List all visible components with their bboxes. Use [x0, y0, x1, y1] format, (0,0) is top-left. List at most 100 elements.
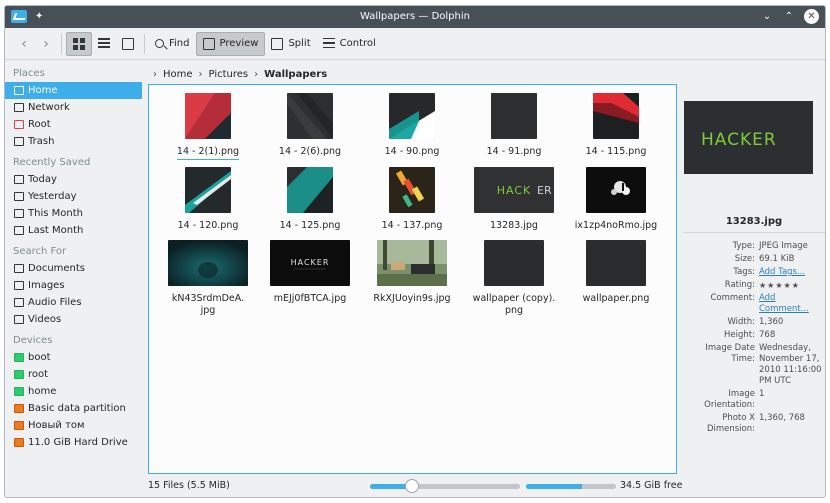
back-button[interactable]: ‹	[13, 32, 35, 56]
breadcrumb-pictures[interactable]: Pictures	[209, 69, 249, 80]
devices-section-title: Devices	[13, 335, 53, 346]
rating-stars[interactable]: ★★★★★	[759, 280, 823, 291]
sidebar-item-audio-files[interactable]: Audio Files	[5, 294, 142, 311]
sidebar-item-label: This Month	[28, 208, 83, 219]
metadata-row-comment: Comment: Add Comment...	[681, 293, 825, 315]
file-name: wallpaper.png	[582, 293, 650, 304]
file-item[interactable]: wallpaper.png	[566, 240, 666, 305]
sidebar-item-documents[interactable]: Documents	[5, 260, 142, 277]
sidebar-item-last-month[interactable]: Last Month	[5, 222, 142, 239]
status-bar: 15 Files (5.5 MiB) 34.5 GiB free	[5, 475, 825, 497]
sidebar-item-label: Documents	[28, 263, 86, 274]
metadata-value: 69.1 KiB	[759, 254, 795, 264]
file-item[interactable]: RkXJUoyin9s.jpg	[362, 240, 462, 305]
sidebar-item-this-month[interactable]: This Month	[5, 205, 142, 222]
sidebar-item-images[interactable]: Images	[5, 277, 142, 294]
file-item[interactable]: 14 - 137.png	[362, 167, 462, 232]
file-item[interactable]: HACKER mEJj0fBTCA.jpg	[260, 240, 360, 305]
find-button[interactable]: Find	[149, 32, 196, 56]
icons-view-button[interactable]	[66, 31, 92, 56]
file-name: 14 - 125.png	[279, 220, 341, 231]
sidebar-item-label: Yesterday	[28, 191, 77, 202]
calendar-icon	[14, 209, 24, 218]
sidebar-item-new-volume[interactable]: Новый том	[5, 417, 142, 434]
video-icon	[14, 315, 24, 324]
breadcrumb-home[interactable]: Home	[163, 69, 193, 80]
document-icon	[14, 264, 24, 273]
file-item[interactable]: HACK ER 13283.jpg	[464, 167, 564, 232]
preview-button[interactable]: Preview	[195, 31, 266, 56]
add-comment-link[interactable]: Add Comment...	[759, 293, 823, 315]
file-name: 14 - 91.png	[486, 146, 542, 157]
compact-view-button[interactable]	[92, 32, 116, 56]
file-item[interactable]: 14 - 90.png	[362, 93, 462, 158]
sidebar-item-boot[interactable]: boot	[5, 349, 142, 366]
metadata-row-orientation: Image Orientation: 1	[681, 389, 825, 411]
sidebar-item-root[interactable]: Root	[5, 116, 142, 133]
file-count-status: 15 Files (5.5 MiB)	[148, 480, 230, 491]
sidebar-item-label: 11.0 GiB Hard Drive	[28, 437, 128, 448]
metadata-value: 1,360	[759, 317, 784, 327]
sidebar-item-label: Новый том	[28, 420, 85, 431]
file-item[interactable]: 14 - 2(1).png	[158, 93, 258, 160]
compact-view-icon	[98, 37, 110, 50]
zoom-slider-handle[interactable]	[405, 479, 419, 493]
file-item[interactable]: 14 - 120.png	[158, 167, 258, 232]
thumbnail	[491, 93, 537, 139]
file-name-line-1: kN43SrdmDeA.	[171, 293, 245, 304]
file-item[interactable]: ix1zp4noRmo.jpg	[566, 167, 666, 232]
file-item[interactable]: kN43SrdmDeA. jpg	[158, 240, 258, 317]
sidebar-item-videos[interactable]: Videos	[5, 311, 142, 328]
sidebar-item-yesterday[interactable]: Yesterday	[5, 188, 142, 205]
file-item[interactable]: wallpaper (copy). png	[464, 240, 564, 317]
add-tags-link[interactable]: Add Tags...	[759, 267, 823, 278]
breadcrumb-wallpapers[interactable]: Wallpapers	[264, 69, 327, 80]
svg-text:HACKER: HACKER	[291, 258, 330, 267]
metadata-key: Image Orientation:	[704, 389, 755, 410]
thumbnail	[593, 93, 639, 139]
disk-space-bar	[526, 484, 616, 489]
close-icon[interactable]: ✕	[804, 9, 819, 24]
places-panel: Places Home Network Root Trash Recently …	[5, 61, 147, 479]
zoom-slider[interactable]	[370, 479, 520, 493]
thumbnail: HACKER	[474, 167, 554, 213]
sidebar-item-home-device[interactable]: home	[5, 383, 142, 400]
sidebar-item-basic-data-partition[interactable]: Basic data partition	[5, 400, 142, 417]
root-folder-icon	[14, 120, 24, 129]
sidebar-item-today[interactable]: Today	[5, 171, 142, 188]
sidebar-item-home[interactable]: Home	[5, 82, 142, 99]
preview-filename: 13283.jpg	[725, 216, 783, 227]
file-item[interactable]: 14 - 91.png	[464, 93, 564, 158]
file-item[interactable]: 14 - 2(6).png	[260, 93, 360, 158]
file-name: 14 - 2(6).png	[278, 146, 342, 157]
svg-text:ER: ER	[537, 184, 552, 197]
details-view-button[interactable]	[116, 32, 140, 56]
sidebar-item-label: Audio Files	[28, 297, 82, 308]
file-item[interactable]: 14 - 125.png	[260, 167, 360, 232]
main-toolbar: ‹ › Find Preview Split Control	[5, 28, 825, 60]
sidebar-item-label: home	[28, 386, 57, 397]
drive-icon	[14, 438, 24, 447]
sidebar-item-label: boot	[28, 352, 51, 363]
metadata-value: 1	[759, 389, 765, 399]
file-name: 13283.jpg	[490, 220, 538, 231]
control-label: Control	[339, 38, 376, 49]
sidebar-item-root-device[interactable]: root	[5, 366, 142, 383]
sidebar-item-hard-drive[interactable]: 11.0 GiB Hard Drive	[5, 434, 142, 451]
metadata-value: 768	[759, 330, 776, 340]
sidebar-item-trash[interactable]: Trash	[5, 133, 142, 150]
drive-icon	[14, 404, 24, 413]
forward-button[interactable]: ›	[35, 32, 57, 56]
minimize-icon[interactable]: ⌄	[760, 10, 774, 24]
control-button[interactable]: Control	[317, 32, 382, 56]
maximize-icon[interactable]: ⌃	[782, 10, 796, 24]
file-name: 14 - 137.png	[381, 220, 443, 231]
metadata-key: Height:	[724, 330, 755, 340]
file-view[interactable]: 14 - 2(1).png 14 - 2(6).png 14 - 90.png …	[148, 84, 677, 474]
split-button[interactable]: Split	[265, 32, 316, 56]
sidebar-item-network[interactable]: Network	[5, 99, 142, 116]
metadata-key: Tags:	[733, 267, 755, 277]
metadata-row-height: Height: 768	[681, 330, 825, 341]
file-item[interactable]: 14 - 115.png	[566, 93, 666, 158]
thumbnail: HACKER	[270, 240, 350, 286]
